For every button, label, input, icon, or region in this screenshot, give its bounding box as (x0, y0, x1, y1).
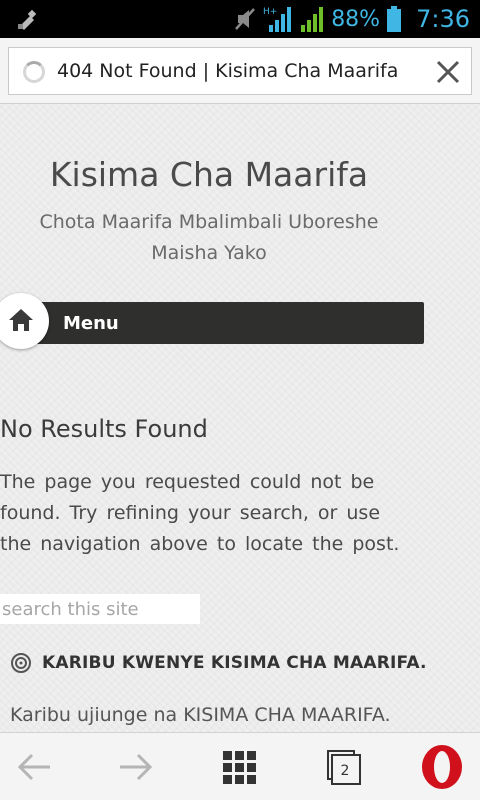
page-title-text[interactable]: 404 Not Found | Kisima Cha Maarifa (57, 60, 427, 82)
status-bar: H+ 88% 7:36 (0, 0, 480, 38)
signal-icon: H+ (263, 7, 292, 32)
no-results-heading: No Results Found (0, 415, 208, 443)
search-input[interactable] (0, 594, 200, 624)
target-icon (11, 653, 31, 673)
tab-count: 2 (340, 763, 350, 779)
battery-icon (387, 6, 402, 32)
mute-icon (235, 8, 256, 30)
menu-bar[interactable]: Menu (16, 302, 424, 344)
widget-title: KARIBU KWENYE KISIMA CHA MAARIFA. (42, 653, 427, 673)
home-icon (9, 309, 33, 331)
address-bar: 404 Not Found | Kisima Cha Maarifa (0, 38, 480, 104)
battery-percent: 88% (331, 6, 381, 32)
no-results-message: The page you requested could not be foun… (0, 471, 400, 555)
widget-text: Karibu ujiunge na KISIMA CHA MAARIFA. (10, 704, 391, 726)
url-field[interactable]: 404 Not Found | Kisima Cha Maarifa (8, 47, 472, 95)
browser-toolbar: 2 (0, 732, 480, 800)
signal-icon (301, 7, 324, 32)
site-title[interactable]: Kisima Cha Maarifa (0, 155, 418, 194)
site-tagline: Chota Maarifa Mbalimbali Uboreshe Maisha… (39, 211, 379, 264)
clear-icon[interactable] (435, 59, 461, 85)
back-icon[interactable] (14, 749, 54, 785)
usb-icon (18, 9, 37, 30)
clock: 7:36 (416, 5, 470, 33)
network-type: H+ (263, 7, 277, 17)
speed-dial-icon[interactable] (220, 749, 260, 785)
forward-icon[interactable] (116, 749, 156, 785)
web-page: Kisima Cha Maarifa Chota Maarifa Mbalimb… (0, 105, 480, 732)
loading-icon (23, 61, 45, 83)
opera-icon[interactable] (418, 743, 466, 791)
menu-label[interactable]: Menu (63, 313, 119, 334)
